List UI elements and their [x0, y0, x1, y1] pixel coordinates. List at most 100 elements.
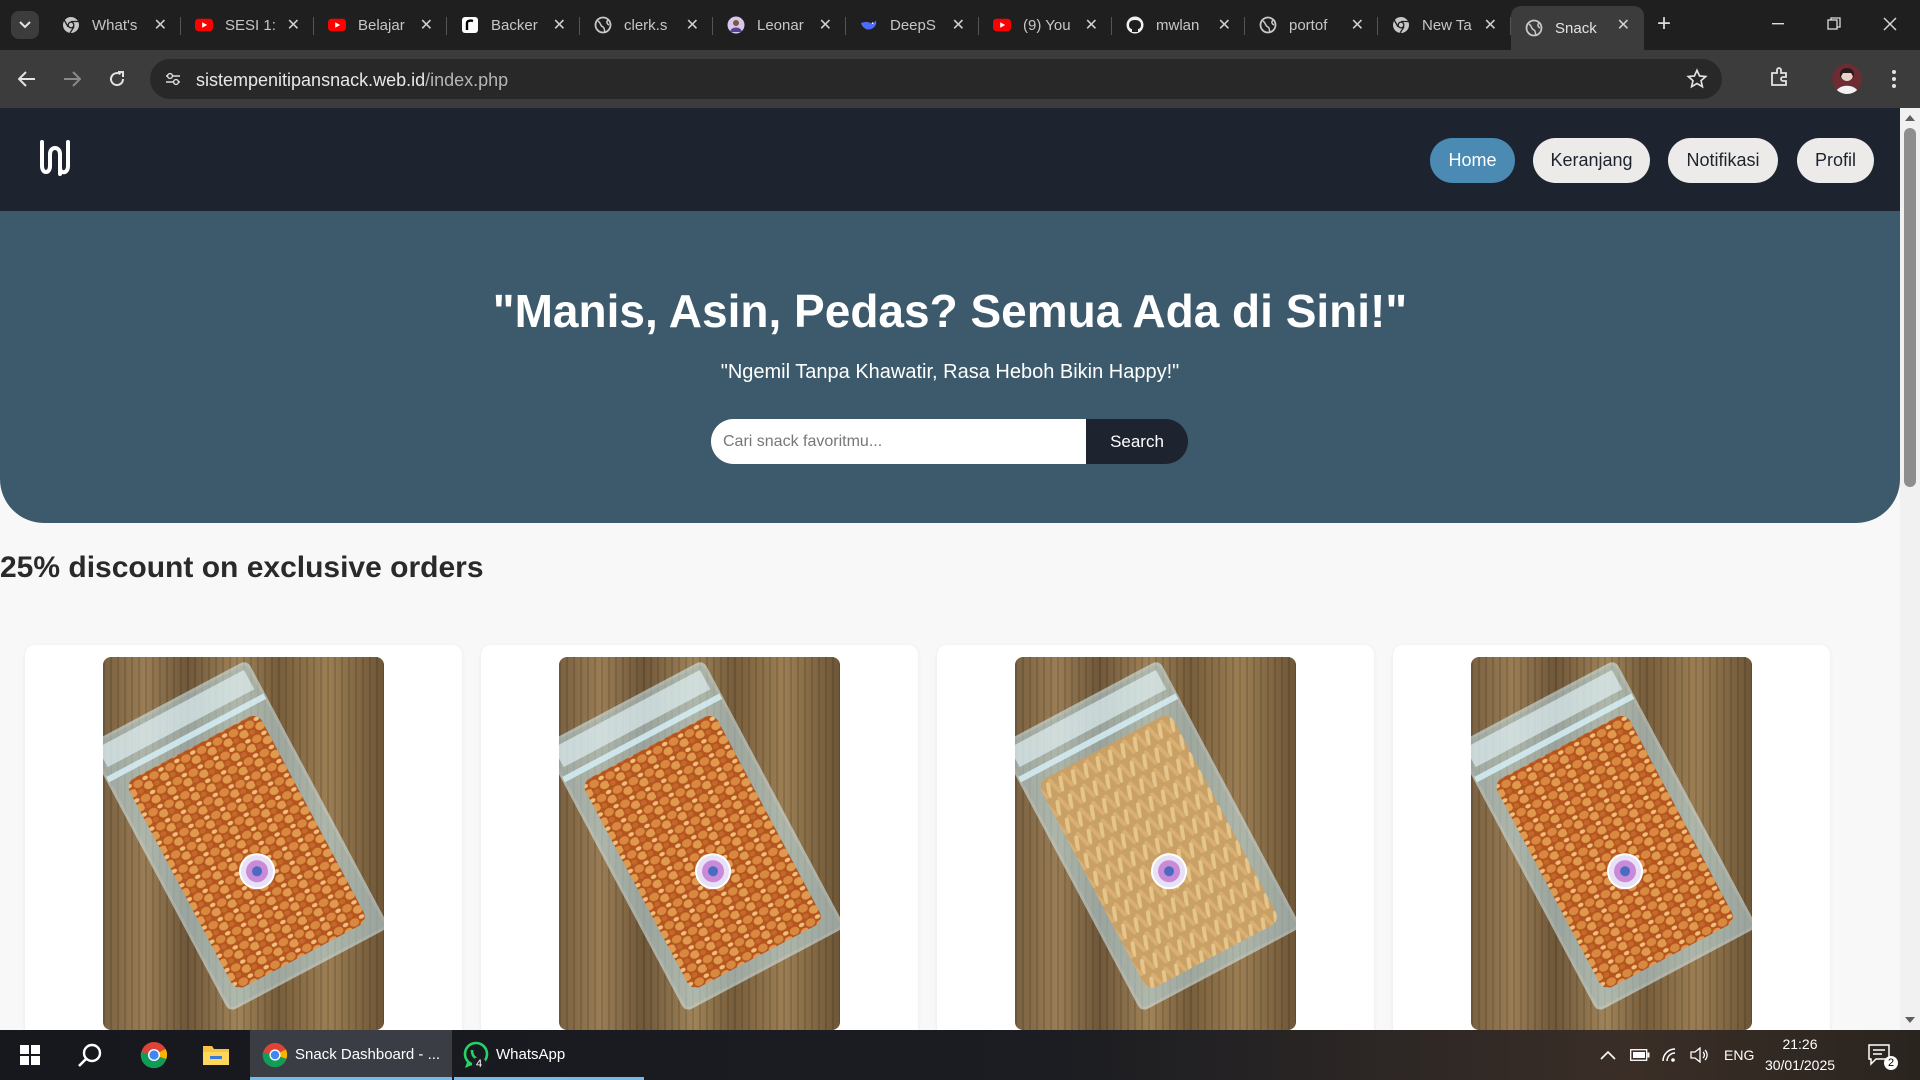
- close-tab-icon[interactable]: ✕: [1351, 15, 1364, 35]
- browser-tab[interactable]: portof ✕: [1245, 6, 1378, 44]
- clock-date: 30/01/2025: [1764, 1057, 1836, 1073]
- taskbar-app-label: Snack Dashboard - ...: [295, 1046, 441, 1063]
- address-bar[interactable]: sistempenitipansnack.web.id/index.php: [150, 59, 1722, 99]
- browser-tab[interactable]: Leonar ✕: [713, 6, 846, 44]
- scrollbar-thumb[interactable]: [1904, 128, 1916, 487]
- scroll-up-arrow[interactable]: [1905, 115, 1915, 121]
- forward-button[interactable]: [57, 64, 87, 94]
- tab-title: Snack: [1555, 19, 1597, 37]
- file-explorer-button[interactable]: [188, 1030, 244, 1080]
- discount-section-title: 25% discount on exclusive orders: [0, 551, 484, 584]
- close-tab-icon[interactable]: ✕: [420, 15, 433, 35]
- windows-taskbar: Snack Dashboard - ... 4 WhatsApp ENG 21:…: [0, 1030, 1920, 1080]
- chrome-icon: [140, 1042, 168, 1069]
- close-tab-icon[interactable]: ✕: [1484, 15, 1497, 35]
- hero-subtitle: "Ngemil Tanpa Khawatir, Rasa Heboh Bikin…: [720, 361, 1180, 383]
- chrome-taskbar-button[interactable]: [126, 1030, 182, 1080]
- reload-button[interactable]: [102, 64, 132, 94]
- browser-tab[interactable]: DeepS ✕: [846, 6, 979, 44]
- product-image[interactable]: [1471, 657, 1752, 1030]
- back-button[interactable]: [12, 64, 42, 94]
- close-tab-icon[interactable]: ✕: [952, 15, 965, 35]
- browser-tab[interactable]: Backer ✕: [447, 6, 580, 44]
- chrome-icon: [62, 16, 80, 34]
- browser-tab[interactable]: mwlan ✕: [1112, 6, 1245, 44]
- taskbar-app-chrome[interactable]: Snack Dashboard - ...: [250, 1030, 452, 1080]
- youtube-icon: [993, 16, 1011, 34]
- tab-title: Belajar: [358, 16, 405, 34]
- chrome-icon: [262, 1042, 288, 1072]
- notification-center-button[interactable]: 2: [1868, 1030, 1898, 1080]
- close-tab-icon[interactable]: ✕: [1218, 15, 1231, 35]
- search-button[interactable]: Search: [1086, 419, 1188, 464]
- browser-tab[interactable]: Belajar ✕: [314, 6, 447, 44]
- tab-title: portof: [1289, 16, 1328, 34]
- chevron-down-icon: [19, 21, 31, 29]
- chevron-up-icon: [1600, 1050, 1616, 1060]
- tab-title: mwlan: [1156, 16, 1200, 34]
- search-button-taskbar[interactable]: [62, 1030, 118, 1080]
- tab-list: What's ✕ SESI 1: ✕ Belajar ✕ Backer ✕ clerk.s ✕ Le…: [48, 6, 1644, 50]
- browser-menu-button[interactable]: [1884, 64, 1904, 94]
- network-button[interactable]: [1661, 1030, 1681, 1080]
- nav-notifications[interactable]: Notifikasi: [1668, 138, 1778, 183]
- site-logo[interactable]: [36, 136, 78, 180]
- hero-title: "Manis, Asin, Pedas? Semua Ada di Sini!": [492, 285, 1408, 337]
- scroll-down-arrow[interactable]: [1905, 1017, 1915, 1023]
- product-card[interactable]: [25, 645, 462, 1030]
- browser-tab[interactable]: New Ta ✕: [1378, 6, 1511, 44]
- product-image[interactable]: [1015, 657, 1296, 1030]
- nav-cart[interactable]: Keranjang: [1533, 138, 1650, 183]
- speaker-icon: [1690, 1047, 1708, 1063]
- taskbar-app-whatsapp[interactable]: 4 WhatsApp: [454, 1030, 644, 1080]
- minimize-button[interactable]: [1750, 0, 1806, 48]
- tab-title: SESI 1:: [225, 16, 275, 34]
- extensions-button[interactable]: [1768, 65, 1792, 94]
- browser-tab[interactable]: What's ✕: [48, 6, 181, 44]
- browser-tab[interactable]: Snack ✕: [1511, 6, 1644, 50]
- search-icon: [78, 1043, 102, 1067]
- close-tab-icon[interactable]: ✕: [1085, 15, 1098, 35]
- battery-button[interactable]: [1630, 1030, 1650, 1080]
- browser-tab[interactable]: clerk.s ✕: [580, 6, 713, 44]
- product-card[interactable]: [481, 645, 918, 1030]
- new-tab-button[interactable]: +: [1652, 10, 1676, 38]
- nav-profile[interactable]: Profil: [1797, 138, 1874, 183]
- language-indicator[interactable]: ENG: [1724, 1030, 1754, 1080]
- close-tab-icon[interactable]: ✕: [553, 15, 566, 35]
- page-scrollbar[interactable]: [1900, 108, 1920, 1030]
- leonardo-icon: [727, 16, 745, 34]
- browser-tab[interactable]: (9) You ✕: [979, 6, 1112, 44]
- product-image[interactable]: [559, 657, 840, 1030]
- close-tab-icon[interactable]: ✕: [154, 15, 167, 35]
- avatar-icon: [1835, 68, 1859, 94]
- tab-title: New Ta: [1422, 16, 1472, 34]
- whatsapp-badge: 4: [472, 1057, 486, 1071]
- minimize-icon: [1772, 23, 1784, 25]
- github-icon: [1126, 16, 1144, 34]
- close-tab-icon[interactable]: ✕: [1617, 15, 1630, 35]
- close-tab-icon[interactable]: ✕: [819, 15, 832, 35]
- close-tab-icon[interactable]: ✕: [287, 15, 300, 35]
- show-hidden-icons-button[interactable]: [1600, 1030, 1616, 1080]
- tab-search-button[interactable]: [11, 11, 39, 39]
- product-card[interactable]: [1393, 645, 1830, 1030]
- url-path: /index.php: [425, 70, 509, 90]
- close-tab-icon[interactable]: ✕: [686, 15, 699, 35]
- product-card[interactable]: [937, 645, 1374, 1030]
- system-clock[interactable]: 21:26 30/01/2025: [1760, 1034, 1840, 1076]
- windows-icon: [20, 1045, 40, 1065]
- taskbar-app-label: WhatsApp: [496, 1046, 566, 1063]
- globe-icon: [594, 16, 612, 34]
- bookmark-button[interactable]: [1686, 68, 1708, 95]
- close-window-button[interactable]: [1862, 0, 1918, 48]
- restore-button[interactable]: [1806, 0, 1862, 48]
- profile-avatar[interactable]: [1832, 64, 1862, 94]
- volume-button[interactable]: [1690, 1030, 1710, 1080]
- browser-tab[interactable]: SESI 1: ✕: [181, 6, 314, 44]
- site-info-button[interactable]: [160, 66, 186, 92]
- snack-search-input[interactable]: [711, 419, 1087, 464]
- start-button[interactable]: [2, 1030, 58, 1080]
- nav-home[interactable]: Home: [1430, 138, 1515, 183]
- product-image[interactable]: [103, 657, 384, 1030]
